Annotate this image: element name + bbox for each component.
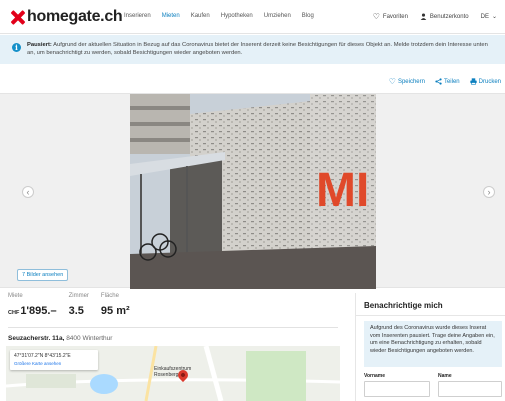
save-label: Speichern bbox=[397, 78, 425, 85]
listing-photo[interactable]: MI bbox=[130, 94, 376, 289]
image-gallery: MI ‹ › 7 Bilder ansehen bbox=[0, 93, 505, 289]
nav-umziehen[interactable]: Umziehen bbox=[264, 13, 291, 19]
notice-text: Pausiert: Aufgrund der aktuellen Situati… bbox=[27, 41, 493, 57]
firstname-input[interactable] bbox=[364, 381, 430, 397]
divider bbox=[8, 327, 338, 328]
address-city: 8400 Winterthur bbox=[66, 335, 113, 342]
map-info-card: 47°31'07.2"N 8°43'15.2"E Größere Karte a… bbox=[10, 350, 98, 370]
logo-x-icon bbox=[10, 10, 25, 25]
save-button[interactable]: ♡ Speichern bbox=[389, 77, 425, 86]
notice-bold: Pausiert: bbox=[27, 42, 52, 48]
paused-notice: i Pausiert: Aufgrund der aktuellen Situa… bbox=[0, 35, 505, 64]
user-icon bbox=[420, 13, 427, 20]
rent-currency: CHF bbox=[8, 310, 20, 316]
fact-rent: Miete CHF1'895.– bbox=[8, 293, 57, 319]
rooms-label: Zimmer bbox=[68, 293, 89, 299]
nav-hypotheken[interactable]: Hypotheken bbox=[221, 13, 253, 19]
chevron-down-icon: ⌄ bbox=[491, 14, 497, 20]
larger-map-link[interactable]: Größere Karte ansehen bbox=[14, 361, 94, 366]
site-header: homegate.ch Inserieren Mieten Kaufen Hyp… bbox=[0, 0, 505, 34]
nav-mieten[interactable]: Mieten bbox=[162, 13, 180, 19]
notify-info: Aufgrund des Coronavirus wurde dieses In… bbox=[364, 321, 502, 367]
gallery-next-button[interactable]: › bbox=[483, 186, 495, 198]
account-link[interactable]: Benutzerkonto bbox=[420, 13, 469, 20]
address: Seuzacherstr. 11a, 8400 Winterthur bbox=[8, 335, 112, 342]
map-coordinates: 47°31'07.2"N 8°43'15.2"E bbox=[14, 353, 71, 359]
homegate-logo[interactable]: homegate.ch bbox=[10, 8, 123, 26]
notice-body: Aufgrund der aktuellen Situation in Bezu… bbox=[27, 42, 488, 56]
account-label: Benutzerkonto bbox=[429, 13, 469, 20]
logo-text: homegate.ch bbox=[27, 8, 123, 25]
rent-value: 1'895.– bbox=[20, 305, 57, 317]
listing-actions: ♡ Speichern Teilen Drucken bbox=[389, 77, 501, 86]
rooms-value: 3.5 bbox=[68, 305, 84, 317]
share-icon bbox=[435, 78, 442, 85]
rent-label: Miete bbox=[8, 293, 23, 299]
language-label: DE bbox=[480, 13, 489, 20]
heart-icon: ♡ bbox=[372, 12, 380, 21]
favorites-link[interactable]: ♡ Favoriten bbox=[373, 12, 408, 21]
lastname-input[interactable] bbox=[438, 381, 502, 397]
print-label: Drucken bbox=[478, 78, 501, 85]
chevron-right-icon: › bbox=[487, 187, 491, 197]
lastname-label: Name bbox=[438, 373, 452, 379]
fact-rooms: Zimmer 3.5 bbox=[69, 293, 89, 319]
building-photo: MI bbox=[130, 94, 376, 289]
location-map[interactable]: 47°31'07.2"N 8°43'15.2"E Größere Karte a… bbox=[6, 346, 340, 401]
area-value: 95 m² bbox=[100, 305, 130, 317]
notify-panel: Benachrichtige mich Aufgrund des Coronav… bbox=[355, 293, 505, 401]
main-nav: Inserieren Mieten Kaufen Hypotheken Umzi… bbox=[124, 13, 314, 19]
gallery-prev-button[interactable]: ‹ bbox=[22, 186, 34, 198]
share-button[interactable]: Teilen bbox=[435, 77, 460, 86]
notify-title: Benachrichtige mich bbox=[364, 301, 443, 310]
header-right: ♡ Favoriten Benutzerkonto DE ⌄ bbox=[373, 12, 497, 21]
firstname-label: Vorname bbox=[364, 373, 386, 379]
share-label: Teilen bbox=[443, 78, 460, 85]
nav-inserieren[interactable]: Inserieren bbox=[124, 13, 151, 19]
favorites-label: Favoriten bbox=[382, 13, 408, 20]
nav-blog[interactable]: Blog bbox=[302, 13, 314, 19]
chevron-left-icon: ‹ bbox=[26, 187, 30, 197]
area-label: Fläche bbox=[100, 293, 119, 299]
print-button[interactable]: Drucken bbox=[470, 77, 501, 86]
address-street: Seuzacherstr. 11a, bbox=[8, 335, 65, 342]
building-sign-text: MI bbox=[316, 164, 369, 217]
nav-kaufen[interactable]: Kaufen bbox=[191, 13, 210, 19]
poi-name-2: Rosenberg bbox=[154, 372, 179, 378]
notify-divider bbox=[356, 315, 505, 316]
language-select[interactable]: DE ⌄ bbox=[480, 13, 497, 21]
fact-area: Fläche 95 m² bbox=[101, 293, 130, 319]
view-images-button[interactable]: 7 Bilder ansehen bbox=[17, 269, 69, 281]
printer-icon bbox=[470, 78, 477, 85]
heart-icon: ♡ bbox=[388, 77, 396, 86]
key-facts: Miete CHF1'895.– Zimmer 3.5 Fläche 95 m² bbox=[8, 293, 130, 319]
info-icon: i bbox=[12, 43, 21, 52]
